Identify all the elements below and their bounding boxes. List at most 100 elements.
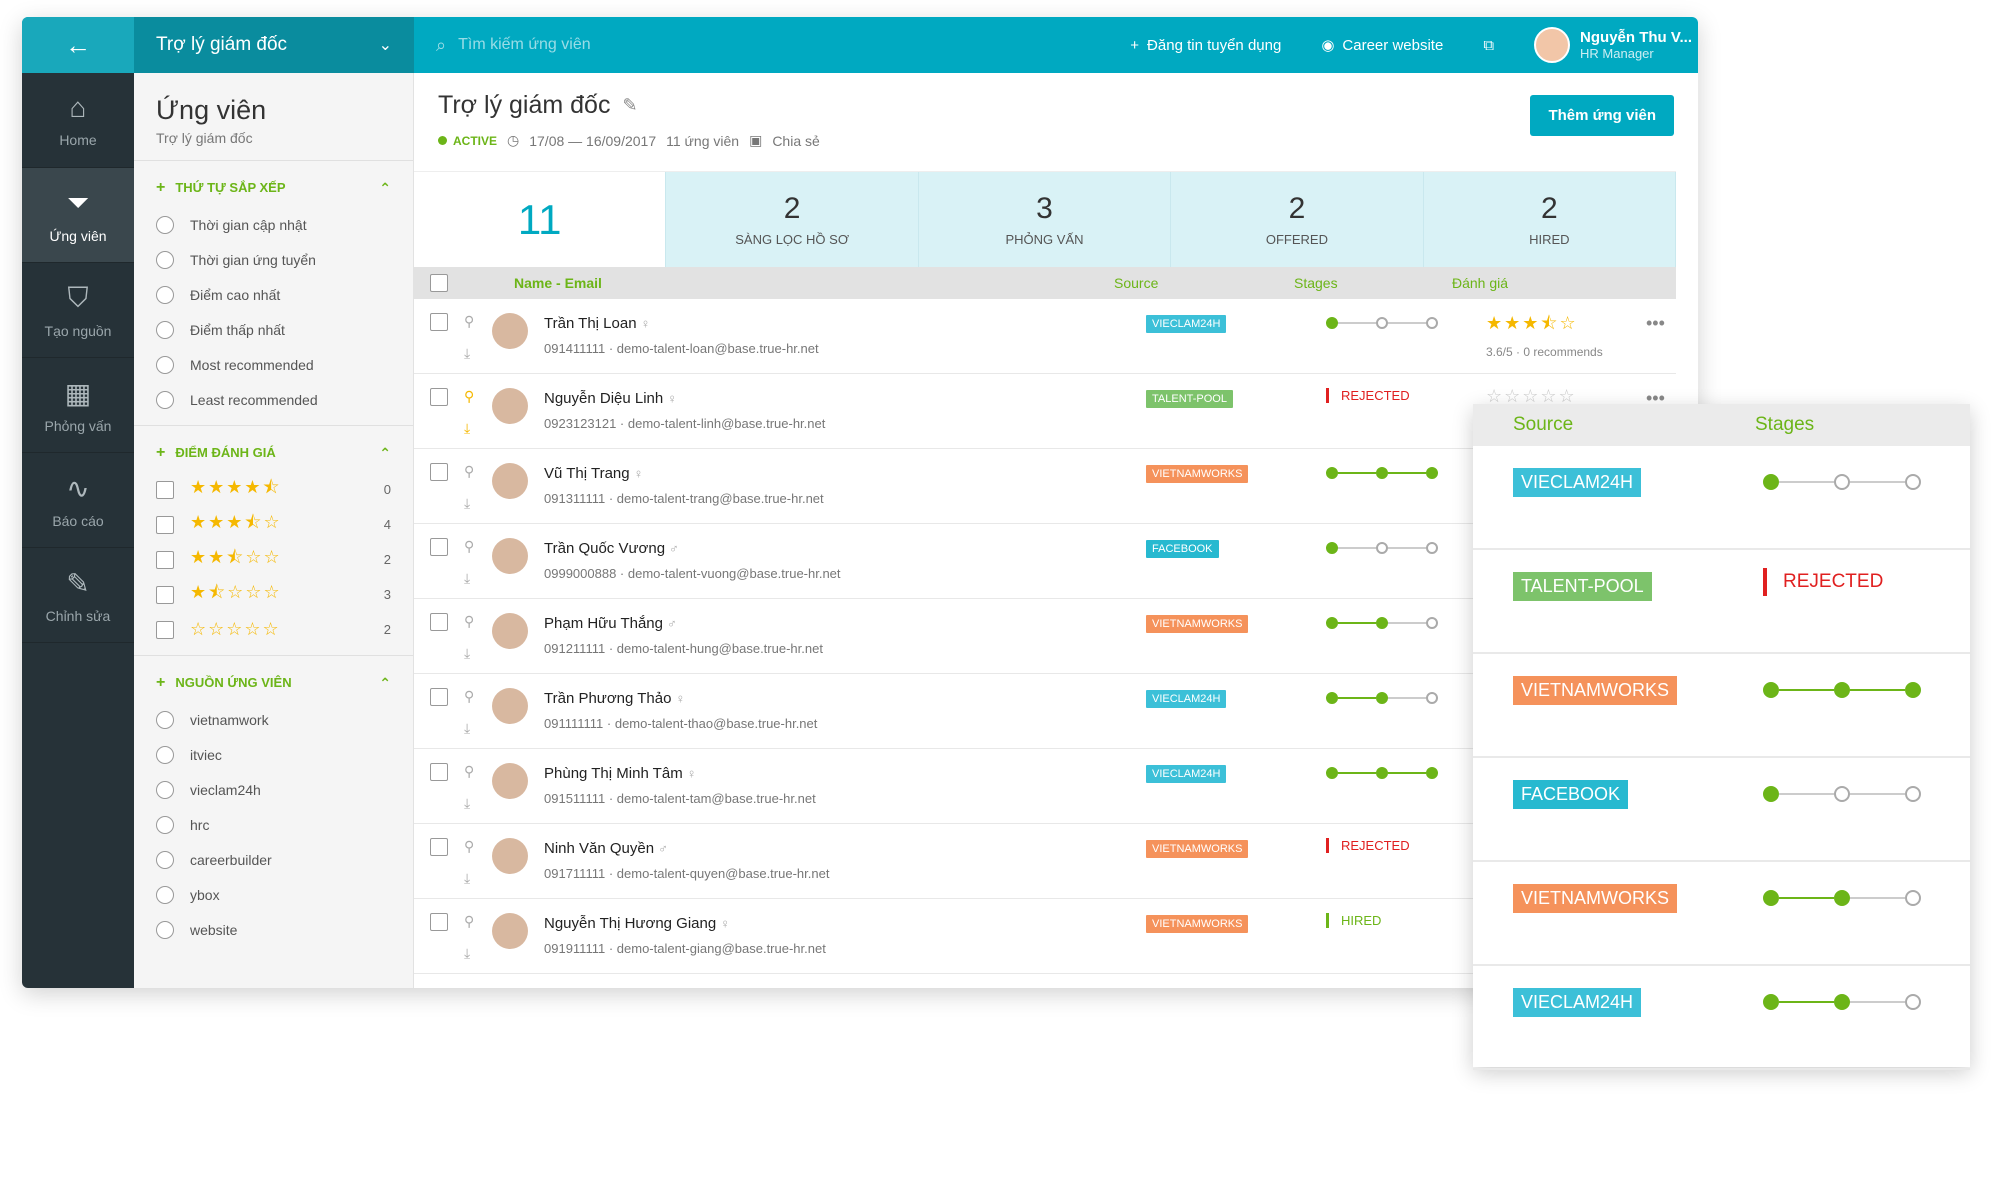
search-input[interactable]: Tìm kiếm ứng viên — [458, 36, 591, 54]
nav-item-report[interactable]: ∿ Báo cáo — [22, 453, 134, 548]
rating-option[interactable]: ★★⯪☆☆ 2 — [134, 542, 413, 577]
row-checkbox[interactable] — [430, 763, 448, 781]
radio-button[interactable] — [156, 320, 174, 339]
source-section-header[interactable]: + NGUỒN ỨNG VIÊN ⌃ — [134, 656, 413, 702]
pin-icon[interactable]: ⚲ — [464, 388, 474, 405]
pin-icon[interactable]: ⚲ — [464, 913, 474, 930]
source-option[interactable]: careerbuilder — [134, 842, 413, 877]
download-icon[interactable]: ⤓ — [464, 345, 470, 362]
col-stages[interactable]: Stages — [1294, 275, 1452, 291]
sort-section-header[interactable]: + THỨ TỰ SẮP XẾP ⌃ — [134, 161, 413, 207]
col-name[interactable]: Name - Email — [514, 275, 1114, 291]
pencil-icon[interactable]: ✎ — [622, 95, 637, 116]
pin-icon[interactable]: ⚲ — [464, 763, 474, 780]
radio-button[interactable] — [156, 710, 174, 729]
source-option[interactable]: vietnamwork — [134, 702, 413, 737]
job-selector[interactable]: Trợ lý giám đốc ⌄ — [134, 17, 414, 73]
candidate-name[interactable]: Trần Thị Loan ♀ — [544, 315, 650, 332]
rating-option[interactable]: ☆☆☆☆☆ 2 — [134, 612, 413, 647]
download-icon[interactable]: ⤓ — [464, 570, 470, 587]
col-source[interactable]: Source — [1114, 275, 1294, 291]
download-icon[interactable]: ⤓ — [464, 870, 470, 887]
sort-option[interactable]: Most recommended — [134, 347, 413, 382]
radio-button[interactable] — [156, 285, 174, 304]
pipeline-total[interactable]: 11 — [414, 172, 667, 267]
source-option[interactable]: ybox — [134, 877, 413, 912]
candidate-name[interactable]: Ninh Văn Quyền ♂ — [544, 840, 668, 857]
sort-option[interactable]: Least recommended — [134, 382, 413, 417]
source-option[interactable]: vieclam24h — [134, 772, 413, 807]
download-icon[interactable]: ⤓ — [464, 945, 470, 962]
candidate-name[interactable]: Vũ Thị Trang ♀ — [544, 465, 643, 482]
table-row[interactable]: ⚲ ⤓ Trần Thị Loan ♀ 091411111 · demo-talent-… — [414, 299, 1676, 374]
nav-item-candidates[interactable]: ⏷ Ứng viên — [22, 168, 134, 263]
pipeline-stage[interactable]: 2 OFFERED — [1171, 172, 1424, 267]
user-menu[interactable]: Nguyễn Thu V... HR Manager — [1534, 27, 1692, 63]
download-icon[interactable]: ⤓ — [464, 795, 470, 812]
sort-option[interactable]: Thời gian cập nhật — [134, 207, 413, 242]
candidate-name[interactable]: Phạm Hữu Thắng ♂ — [544, 615, 677, 632]
sort-option[interactable]: Điểm thấp nhất — [134, 312, 413, 347]
rating-option[interactable]: ★★★★⯪ 0 — [134, 472, 413, 507]
row-checkbox[interactable] — [430, 388, 448, 406]
rating-option[interactable]: ★⯪☆☆☆ 3 — [134, 577, 413, 612]
rating-section-header[interactable]: + ĐIỂM ĐÁNH GIÁ ⌃ — [134, 426, 413, 472]
sort-option[interactable]: Thời gian ứng tuyển — [134, 242, 413, 277]
rating-checkbox[interactable] — [156, 515, 174, 534]
pin-icon[interactable]: ⚲ — [464, 838, 474, 855]
pin-icon[interactable]: ⚲ — [464, 313, 474, 330]
radio-button[interactable] — [156, 390, 174, 409]
row-checkbox[interactable] — [430, 313, 448, 331]
row-checkbox[interactable] — [430, 688, 448, 706]
radio-button[interactable] — [156, 780, 174, 799]
pin-icon[interactable]: ⚲ — [464, 538, 474, 555]
radio-button[interactable] — [156, 885, 174, 904]
nav-item-home[interactable]: ⌂ Home — [22, 73, 134, 168]
back-button[interactable]: ← — [22, 17, 134, 73]
pipeline-stage[interactable]: 2 SÀNG LỌC HỒ SƠ — [666, 172, 919, 267]
download-icon[interactable]: ⤓ — [464, 720, 470, 737]
more-options-icon[interactable]: ••• — [1646, 313, 1665, 334]
radio-button[interactable] — [156, 355, 174, 374]
search-bar[interactable]: ⌕ Tìm kiếm ứng viên — [414, 17, 1130, 73]
candidate-name[interactable]: Trần Quốc Vương ♂ — [544, 540, 679, 557]
candidate-name[interactable]: Phùng Thị Minh Tâm ♀ — [544, 765, 696, 782]
pipeline-stage[interactable]: 2 HIRED — [1424, 172, 1677, 267]
pin-icon[interactable]: ⚲ — [464, 613, 474, 630]
career-website-button[interactable]: ◉ Career website — [1321, 36, 1443, 55]
nav-item-edit[interactable]: ✎ Chỉnh sửa — [22, 548, 134, 643]
row-checkbox[interactable] — [430, 538, 448, 556]
radio-button[interactable] — [156, 815, 174, 834]
rating-option[interactable]: ★★★⯪☆ 4 — [134, 507, 413, 542]
download-icon[interactable]: ⤓ — [464, 645, 470, 662]
download-icon[interactable]: ⤓ — [464, 420, 470, 437]
source-option[interactable]: hrc — [134, 807, 413, 842]
rating-checkbox[interactable] — [156, 480, 174, 499]
rating-checkbox[interactable] — [156, 550, 174, 569]
rating-checkbox[interactable] — [156, 585, 174, 604]
external-link-button[interactable]: ⧉ — [1483, 37, 1494, 54]
download-icon[interactable]: ⤓ — [464, 495, 470, 512]
pin-icon[interactable]: ⚲ — [464, 463, 474, 480]
row-checkbox[interactable] — [430, 913, 448, 931]
nav-item-source[interactable]: ⛉ Tạo nguồn — [22, 263, 134, 358]
add-candidate-button[interactable]: Thêm ứng viên — [1530, 95, 1674, 136]
nav-item-interview[interactable]: ▦ Phỏng vấn — [22, 358, 134, 453]
row-checkbox[interactable] — [430, 838, 448, 856]
candidate-name[interactable]: Nguyễn Thị Hương Giang ♀ — [544, 915, 730, 932]
candidate-name[interactable]: Trần Phương Thảo ♀ — [544, 690, 685, 707]
radio-button[interactable] — [156, 745, 174, 764]
row-checkbox[interactable] — [430, 613, 448, 631]
col-rating[interactable]: Đánh giá — [1452, 275, 1602, 291]
pipeline-stage[interactable]: 3 PHỎNG VẤN — [919, 172, 1172, 267]
candidate-name[interactable]: Nguyễn Diệu Linh ♀ — [544, 390, 677, 407]
post-job-button[interactable]: + Đăng tin tuyển dụng — [1130, 37, 1281, 54]
select-all-checkbox[interactable] — [430, 274, 448, 292]
row-checkbox[interactable] — [430, 463, 448, 481]
radio-button[interactable] — [156, 250, 174, 269]
source-option[interactable]: website — [134, 912, 413, 947]
rating-checkbox[interactable] — [156, 620, 174, 639]
radio-button[interactable] — [156, 850, 174, 869]
candidate-rating[interactable]: ★★★⯪☆ 3.6/5 · 0 recommends — [1486, 311, 1603, 359]
pin-icon[interactable]: ⚲ — [464, 688, 474, 705]
